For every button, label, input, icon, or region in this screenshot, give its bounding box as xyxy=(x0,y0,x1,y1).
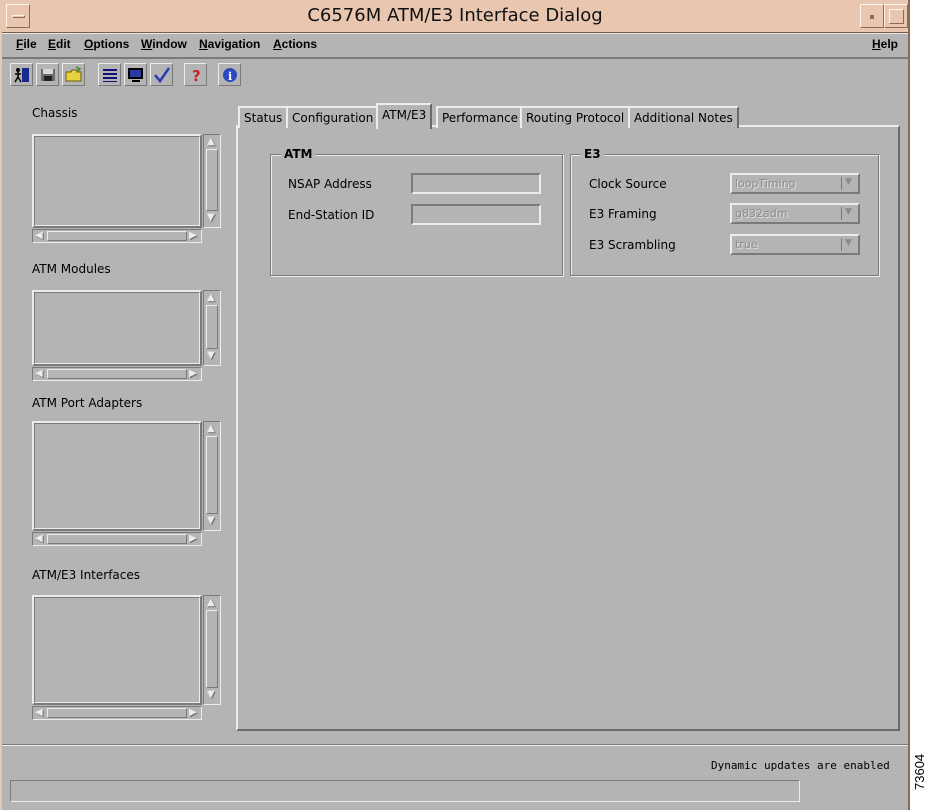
menu-options[interactable]: Options xyxy=(84,37,129,51)
atm-port-adapters-vscroll[interactable]: ▲ ▼ xyxy=(203,421,221,531)
e3-framing-value: g832adm xyxy=(735,207,788,220)
clock-source-select[interactable]: loopTiming ▼ xyxy=(730,173,860,194)
maximize-button[interactable] xyxy=(884,4,908,28)
info-button[interactable]: i xyxy=(218,63,241,86)
menu-file[interactable]: File xyxy=(16,37,37,51)
save-button[interactable] xyxy=(36,63,59,86)
nsap-address-label: NSAP Address xyxy=(288,177,372,191)
scroll-down-icon[interactable]: ▼ xyxy=(207,516,215,526)
dialog-window: C6576M ATM/E3 Interface Dialog File Edit… xyxy=(0,0,910,810)
scroll-left-icon[interactable]: ◀ xyxy=(35,369,43,379)
tab-status[interactable]: Status xyxy=(238,106,289,128)
menu-actions[interactable]: Actions xyxy=(273,37,317,51)
atm-port-adapters-hscroll[interactable]: ◀ ▶ xyxy=(32,532,202,546)
window-title: C6576M ATM/E3 Interface Dialog xyxy=(307,5,603,26)
scroll-right-icon[interactable]: ▶ xyxy=(189,369,197,379)
scroll-right-icon[interactable]: ▶ xyxy=(189,708,197,718)
nsap-address-input[interactable] xyxy=(411,173,541,194)
menu-window[interactable]: Window xyxy=(141,37,187,51)
chassis-list[interactable]: ▲ ▼ ◀ ▶ xyxy=(32,134,221,244)
clock-source-value: loopTiming xyxy=(735,177,796,190)
e3-group: E3 Clock Source loopTiming ▼ E3 Framing … xyxy=(570,147,879,276)
help-button[interactable]: ? xyxy=(184,63,207,86)
scroll-down-icon[interactable]: ▼ xyxy=(207,213,215,223)
atm-e3-interfaces-list[interactable]: ▲ ▼ ◀ ▶ xyxy=(32,595,221,721)
save-icon xyxy=(41,69,55,81)
scroll-down-icon[interactable]: ▼ xyxy=(207,351,215,361)
scroll-right-icon[interactable]: ▶ xyxy=(189,534,197,544)
atm-modules-hscroll[interactable]: ◀ ▶ xyxy=(32,367,202,381)
clock-source-label: Clock Source xyxy=(589,177,667,191)
svg-text:i: i xyxy=(228,70,232,83)
atm-e3-interfaces-hscroll[interactable]: ◀ ▶ xyxy=(32,706,202,720)
e3-scrambling-value: true xyxy=(735,238,758,251)
scroll-up-icon[interactable]: ▲ xyxy=(207,424,215,434)
open-button[interactable] xyxy=(62,63,85,86)
scroll-up-icon[interactable]: ▲ xyxy=(207,137,215,147)
atm-port-adapters-label: ATM Port Adapters xyxy=(32,396,143,410)
menu-help[interactable]: Help xyxy=(872,37,898,51)
scroll-left-icon[interactable]: ◀ xyxy=(35,708,43,718)
chevron-down-icon[interactable]: ▼ xyxy=(841,207,855,220)
info-icon: i xyxy=(223,68,237,83)
atm-modules-list[interactable]: ▲ ▼ ◀ ▶ xyxy=(32,290,221,382)
e3-framing-label: E3 Framing xyxy=(589,207,657,221)
list-icon xyxy=(103,69,117,82)
atm-e3-interfaces-vscroll[interactable]: ▲ ▼ xyxy=(203,595,221,705)
help-question-icon: ? xyxy=(192,67,201,84)
chevron-down-icon[interactable]: ▼ xyxy=(841,238,855,251)
exit-button[interactable] xyxy=(10,63,33,86)
exit-icon xyxy=(14,68,29,83)
chassis-vscroll[interactable]: ▲ ▼ xyxy=(203,134,221,228)
atm-group-title: ATM xyxy=(281,147,316,161)
atm-modules-vscroll[interactable]: ▲ ▼ xyxy=(203,290,221,366)
tab-additional-notes[interactable]: Additional Notes xyxy=(628,106,739,128)
toolbar: ? i xyxy=(2,60,908,90)
status-separator xyxy=(2,744,908,746)
tab-routing-protocol[interactable]: Routing Protocol xyxy=(520,106,631,128)
tab-configuration[interactable]: Configuration xyxy=(286,106,380,128)
figure-id: 73604 xyxy=(912,753,927,790)
menu-edit[interactable]: Edit xyxy=(48,37,71,51)
apply-button[interactable] xyxy=(150,63,173,86)
list-button[interactable] xyxy=(98,63,121,86)
e3-scrambling-select[interactable]: true ▼ xyxy=(730,234,860,255)
chevron-down-icon[interactable]: ▼ xyxy=(841,177,855,190)
e3-framing-select[interactable]: g832adm ▼ xyxy=(730,203,860,224)
chassis-label: Chassis xyxy=(32,106,78,120)
end-station-id-label: End-Station ID xyxy=(288,208,375,222)
atm-group: ATM NSAP Address End-Station ID xyxy=(270,147,563,276)
svg-text:?: ? xyxy=(192,67,201,84)
minimize-icon xyxy=(870,15,874,19)
open-folder-icon xyxy=(65,66,82,82)
atm-e3-interfaces-label: ATM/E3 Interfaces xyxy=(32,568,141,582)
scroll-up-icon[interactable]: ▲ xyxy=(207,293,215,303)
monitor-icon xyxy=(128,68,143,82)
e3-scrambling-label: E3 Scrambling xyxy=(589,238,676,252)
status-bar-field xyxy=(10,780,800,802)
scroll-right-icon[interactable]: ▶ xyxy=(189,231,197,241)
atm-modules-label: ATM Modules xyxy=(32,262,111,276)
maximize-icon xyxy=(889,9,904,24)
minimize-button[interactable] xyxy=(860,4,884,28)
end-station-id-input[interactable] xyxy=(411,204,541,225)
monitor-button[interactable] xyxy=(124,63,147,86)
scroll-left-icon[interactable]: ◀ xyxy=(35,231,43,241)
menu-navigation[interactable]: Navigation xyxy=(199,37,260,51)
menu-bar: File Edit Options Window Navigation Acti… xyxy=(2,33,908,59)
title-bar[interactable]: C6576M ATM/E3 Interface Dialog xyxy=(2,0,908,33)
atm-port-adapters-list[interactable]: ▲ ▼ ◀ ▶ xyxy=(32,421,221,547)
status-message: Dynamic updates are enabled xyxy=(711,759,890,772)
scroll-up-icon[interactable]: ▲ xyxy=(207,598,215,608)
tab-atm-e3[interactable]: ATM/E3 xyxy=(376,103,433,129)
e3-group-title: E3 xyxy=(581,147,604,161)
scroll-left-icon[interactable]: ◀ xyxy=(35,534,43,544)
scroll-down-icon[interactable]: ▼ xyxy=(207,690,215,700)
tab-performance[interactable]: Performance xyxy=(436,106,525,128)
checkmark-icon xyxy=(154,67,171,84)
chassis-hscroll[interactable]: ◀ ▶ xyxy=(32,229,202,243)
tab-content-atm-e3: ATM NSAP Address End-Station ID E3 Clock… xyxy=(236,125,900,731)
